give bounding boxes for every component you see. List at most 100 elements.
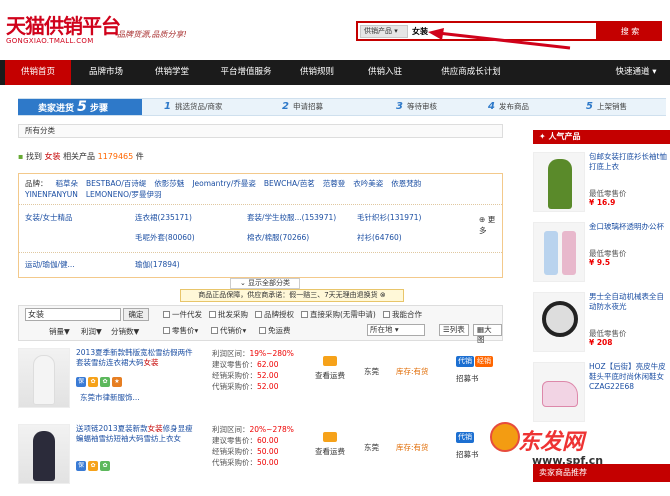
brand-link[interactable]: BEWCHA/芭茗: [264, 179, 315, 188]
nav-item-rules[interactable]: 供销规则: [290, 60, 344, 85]
expand-icon: ⊕: [479, 215, 486, 224]
brand-link[interactable]: 衣吟美姿: [353, 179, 383, 188]
fire-icon: ✦: [539, 132, 546, 141]
checkbox-cooperate[interactable]: 我能合作: [383, 310, 422, 320]
sort-arrow-icon: ▼: [96, 327, 102, 336]
nav-item-brand-market[interactable]: 品牌市场: [78, 60, 134, 85]
leaf-icon: ✿: [100, 377, 110, 387]
category-link[interactable]: 毛针织衫(131971): [357, 212, 421, 223]
hot-product-item[interactable]: 男士全自动机械表全自动防水夜光 最低零售价 ¥ 208: [533, 292, 670, 354]
category-label[interactable]: 运动/瑜伽/健...: [25, 259, 75, 270]
origin: 东莞: [364, 443, 379, 452]
nav-quick-access[interactable]: 快速通道 ▾: [606, 60, 666, 85]
hot-products-title: ✦ 人气产品: [533, 130, 670, 144]
shipping-info[interactable]: 查看运费: [310, 432, 350, 457]
company-link[interactable]: 东莞市律新服饰...: [80, 392, 140, 403]
brand-link[interactable]: 依影莎魅: [154, 179, 184, 188]
hot-product-title[interactable]: 包邮女装打底衫长袖t恤打底上衣: [589, 152, 669, 172]
sort-arrow-icon: ▼: [133, 327, 140, 336]
hot-product-image[interactable]: [533, 362, 585, 422]
nav-item-join[interactable]: 供销入驻: [358, 60, 412, 85]
slogan: 品牌货源,品质分享!: [117, 30, 187, 39]
category-link[interactable]: 衬衫(64760): [357, 232, 402, 243]
category-link[interactable]: 套装/学生校服...(153971): [247, 212, 336, 223]
tag-distribution: 经销: [475, 356, 493, 367]
hot-product-image[interactable]: [533, 292, 585, 352]
category-link[interactable]: 棉衣/棉服(70266): [247, 232, 309, 243]
flower-icon: ✿: [88, 377, 98, 387]
hot-product-item[interactable]: 金口玻璃杯透明办公杯 最低零售价 ¥ 9.5: [533, 222, 670, 284]
result-count: ▪ 找到 女装 相关产品 1179465 件: [18, 152, 144, 161]
show-all-categories-button[interactable]: ⌄ 显示全部分类: [230, 278, 300, 289]
sort-distributors[interactable]: 分销数▼: [111, 326, 139, 337]
step-1: 1 挑选货品/商家: [164, 101, 223, 112]
guarantee-notice: 商品正品保障，供应商承诺：假一赔三、7天无理由退换货 ⊗: [180, 289, 404, 302]
tag-agent: 代销: [456, 356, 474, 367]
verified-icon: 保: [76, 461, 86, 471]
sort-sales[interactable]: 销量▼: [49, 326, 70, 337]
checkbox-direct[interactable]: 直接采购(无需申请): [301, 310, 376, 320]
watermark-text: 东发网: [518, 430, 585, 455]
brand-link[interactable]: BESTBAO/百诗缇: [86, 179, 146, 188]
filter-retail-price[interactable]: 零售价▾: [163, 326, 198, 336]
location-select[interactable]: 所在地 ▾: [367, 324, 425, 336]
product-badges: 保 ✿ ✿ ★: [76, 376, 176, 388]
brand-link[interactable]: Jeomantry/乔曼姿: [192, 179, 256, 188]
view-grid-button[interactable]: ▦大图: [473, 324, 502, 344]
breadcrumb[interactable]: 所有分类: [18, 124, 503, 138]
hot-product-price: ¥ 16.9: [589, 198, 616, 207]
nav-item-value-service[interactable]: 平台增值服务: [208, 60, 284, 85]
close-icon[interactable]: ⊗: [380, 291, 386, 299]
recruit-link[interactable]: 招募书: [456, 373, 502, 384]
product-row: 2013夏季新款韩版宽松雪纺假两件套装雪纺连衣裙大码女装 保 ✿ ✿ ★ 东莞市律新服…: [18, 348, 503, 420]
category-link[interactable]: 连衣裙(235171): [135, 212, 192, 223]
nav-item-home[interactable]: 供销首页: [5, 60, 71, 85]
nav-item-growth-plan[interactable]: 供应商成长计划: [426, 60, 516, 85]
sort-profit[interactable]: 利润▼: [81, 326, 102, 337]
product-image[interactable]: [18, 424, 70, 484]
hot-product-image[interactable]: [533, 222, 585, 282]
hot-product-title[interactable]: 金口玻璃杯透明办公杯: [589, 222, 669, 232]
logo[interactable]: 天猫供销平台 GONGXIAO.TMALL.COM: [6, 10, 121, 45]
hot-product-image[interactable]: [533, 152, 585, 212]
checkbox-dropship[interactable]: 一件代发: [163, 310, 202, 320]
more-categories[interactable]: ⊕ 更多: [479, 214, 502, 236]
seller-recommend-tab[interactable]: 卖家商品推荐: [533, 464, 670, 482]
brand-link[interactable]: LEMONENO/罗曼伊羽: [86, 190, 162, 199]
product-title[interactable]: 送项链2013夏装新款女装修身显瘦蝙蝠袖雪纺短袖大码雪纺上衣女: [76, 424, 196, 444]
annotation-arrow: [428, 28, 571, 50]
brand-link[interactable]: YINENFANYUN: [25, 190, 78, 199]
brand-link[interactable]: 依恩梵韵: [391, 179, 421, 188]
hot-product-title[interactable]: HOZ【后街】亮皮牛皮鞋头平底时尚休闲鞋女CZAG22E68: [589, 362, 669, 392]
origin: 东莞: [364, 367, 379, 376]
filter-toolbar: 女装 确定 一件代发 批发采购 品牌授权 直接采购(无需申请) 我能合作 销量▼…: [18, 305, 503, 344]
price-info: 利润区间：19%~280% 建议零售价：62.00 经销采购价：52.00 代销…: [212, 349, 294, 391]
filter-panel: 品牌： 稻草朵 BESTBAO/百诗缇 依影莎魅 Jeomantry/乔曼姿 BEWCHA…: [18, 173, 503, 278]
nav-item-academy[interactable]: 供销学堂: [144, 60, 200, 85]
category-link[interactable]: 毛呢外套(80060): [135, 232, 195, 243]
brand-link[interactable]: 稻草朵: [56, 179, 79, 188]
category-link[interactable]: 瑜伽(17894): [135, 259, 180, 270]
category-label[interactable]: 女装/女士精品: [25, 212, 73, 223]
shipping-info[interactable]: 查看运费: [310, 356, 350, 381]
step-3: 3 等待审核: [396, 101, 437, 112]
hot-product-title[interactable]: 男士全自动机械表全自动防水夜光: [589, 292, 669, 312]
filter-agent-price[interactable]: 代销价▾: [211, 326, 246, 336]
checkbox-free-shipping[interactable]: 免运费: [259, 326, 291, 336]
steps-title: 卖家进货 5 步骤: [18, 99, 142, 115]
product-title[interactable]: 2013夏季新款韩版宽松雪纺假两件套装雪纺连衣裙大码女装: [76, 348, 196, 368]
hot-product-item[interactable]: HOZ【后街】亮皮牛皮鞋头平底时尚休闲鞋女CZAG22E68: [533, 362, 670, 424]
view-list-button[interactable]: ☰列表: [439, 324, 469, 336]
search-button[interactable]: 搜 索: [598, 21, 662, 41]
search-category-select[interactable]: 供销产品 ▾: [360, 25, 408, 38]
stock-status: 库存:有货: [396, 443, 429, 452]
hot-product-item[interactable]: 包邮女装打底衫长袖t恤打底上衣 最低零售价 ¥ 16.9: [533, 152, 670, 214]
brand-link[interactable]: 范蓉登: [323, 179, 346, 188]
list-icon: ▪: [18, 152, 24, 161]
checkbox-wholesale[interactable]: 批发采购: [209, 310, 248, 320]
keyword-filter-input[interactable]: 女装: [25, 308, 121, 321]
truck-icon: [323, 356, 337, 366]
confirm-button[interactable]: 确定: [123, 308, 149, 321]
checkbox-brand-auth[interactable]: 品牌授权: [255, 310, 294, 320]
product-image[interactable]: [18, 348, 70, 408]
